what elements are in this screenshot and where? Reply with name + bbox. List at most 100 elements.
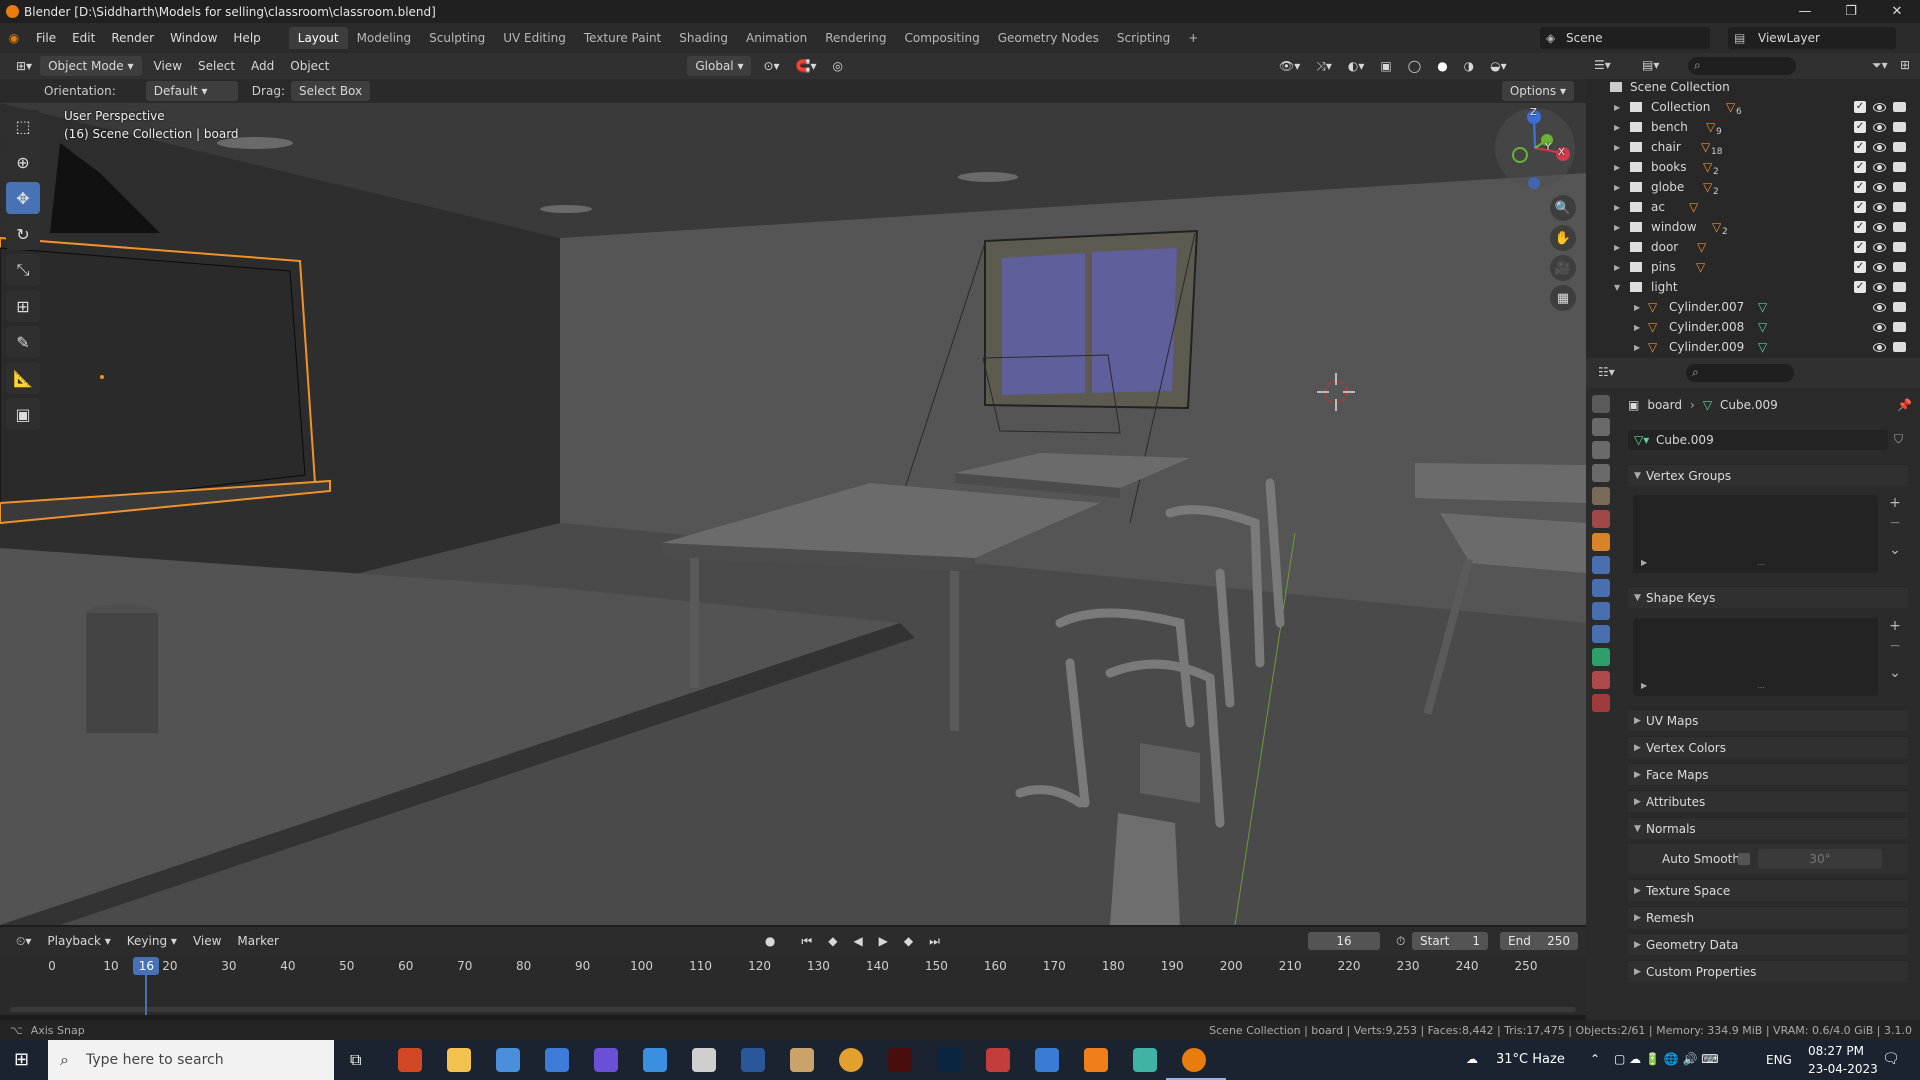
menu-file[interactable]: File [28,31,64,45]
marker-menu[interactable]: Marker [229,931,286,951]
auto-smooth-angle-field[interactable]: 30° [1758,849,1882,869]
xray-toggle-icon[interactable]: ▣ [1372,56,1399,76]
outliner-item-window[interactable]: ▶ window ▽ 2 ✓ [1586,217,1920,237]
material-tab-icon[interactable] [1592,671,1610,689]
v-app-icon[interactable] [1133,1048,1157,1072]
expand-icon[interactable]: ▶ [1614,163,1620,172]
add-shape-key-button[interactable]: + [1886,618,1904,636]
panel-normals[interactable]: ▼ Normals [1628,817,1908,839]
render-camera-icon[interactable] [1893,162,1906,172]
mesh-datablock-field[interactable]: ▽▾ Cube.009 [1628,430,1888,450]
add-vertex-group-button[interactable]: + [1886,495,1904,513]
outliner-item-collection[interactable]: ▶ Collection ▽ 6 ✓ [1586,97,1920,117]
remove-vertex-group-button[interactable]: − [1886,515,1904,533]
tab-texture-paint[interactable]: Texture Paint [575,27,670,49]
render-camera-icon[interactable] [1893,202,1906,212]
outliner-item-bench[interactable]: ▶ bench ▽ 9 ✓ [1586,117,1920,137]
maximize-button[interactable]: ❐ [1828,0,1874,23]
editor-type-icon[interactable]: ⊞▾ [8,56,40,76]
output-tab-icon[interactable] [1592,441,1610,459]
view-layer-selector[interactable]: ▤ ViewLayer [1728,27,1896,49]
outliner-filter-mode-icon[interactable]: ▤▾ [1642,58,1659,72]
eye-icon[interactable] [1873,222,1886,232]
physics-tab-icon[interactable] [1592,602,1610,620]
menu-add[interactable]: Add [243,56,282,76]
collapse-icon[interactable]: ▼ [1614,283,1620,292]
exclude-checkbox[interactable]: ✓ [1854,261,1866,273]
eye-icon[interactable] [1873,342,1886,352]
overlay-toggle-icon[interactable]: ◐▾ [1340,56,1373,76]
panel-custom-properties[interactable]: ▶ Custom Properties [1628,960,1908,982]
eye-icon[interactable] [1873,182,1886,192]
file-explorer-app-icon[interactable] [447,1048,471,1072]
expand-icon[interactable]: ▶ [1614,123,1620,132]
render-camera-icon[interactable] [1893,222,1906,232]
expand-icon[interactable]: ▶ [1634,323,1640,332]
mode-dropdown[interactable]: Object Mode ▾ [40,56,142,76]
eye-icon[interactable] [1873,142,1886,152]
outliner-item-pins[interactable]: ▶ pins ▽ ✓ [1586,257,1920,277]
expand-icon[interactable]: ▶ [1614,183,1620,192]
rotate-tool-icon[interactable]: ↻ [6,218,40,250]
end-frame-field[interactable]: End 250 [1500,932,1578,950]
add-cube-tool-icon[interactable]: ▣ [6,398,40,430]
taskbar-search-input[interactable]: ⌕ Type here to search [48,1040,334,1080]
measure-tool-icon[interactable]: 📐 [6,362,40,394]
task-view-icon[interactable]: ⧉ [350,1050,361,1070]
device-app-icon[interactable] [692,1048,716,1072]
record-icon[interactable]: ● [757,931,783,951]
panel-geometry-data[interactable]: ▶ Geometry Data [1628,933,1908,955]
eye-icon[interactable] [1873,202,1886,212]
particles-tab-icon[interactable] [1592,579,1610,597]
eye-icon[interactable] [1873,262,1886,272]
expand-icon[interactable]: ▶ [1634,343,1640,352]
prev-keyframe-icon[interactable]: ◆ [820,931,845,951]
exclude-checkbox[interactable]: ✓ [1854,161,1866,173]
rendered-shading-icon[interactable]: ◒▾ [1482,56,1515,76]
menu-help[interactable]: Help [225,31,268,45]
chrome-app-icon[interactable] [839,1048,863,1072]
tray-expand-icon[interactable]: ⌃ [1590,1052,1600,1066]
transform-orientation-dropdown[interactable]: Global ▾ [687,56,752,76]
menu-render[interactable]: Render [103,31,162,45]
expand-icon[interactable]: ▶ [1614,263,1620,272]
expand-icon[interactable]: ▶ [1614,143,1620,152]
start-frame-field[interactable]: Start 1 [1412,932,1488,950]
outliner-root[interactable]: Scene Collection [1586,77,1920,97]
utility-app-icon[interactable] [790,1048,814,1072]
eye-icon[interactable] [1873,242,1886,252]
render-camera-icon[interactable] [1893,302,1906,312]
menu-window[interactable]: Window [162,31,225,45]
render-camera-icon[interactable] [1893,322,1906,332]
render-camera-icon[interactable] [1893,122,1906,132]
eye-icon[interactable] [1873,302,1886,312]
tool-tab-icon[interactable] [1592,395,1610,413]
annotate-tool-icon[interactable]: ✎ [6,326,40,358]
blender-menu-icon[interactable]: ◉ [0,31,28,45]
panel-texture-space[interactable]: ▶ Texture Space [1628,879,1908,901]
filter-icon[interactable]: ⏷▾ [1872,58,1888,73]
photoshop-app-icon[interactable] [937,1048,961,1072]
weather-text[interactable]: 31°C Haze [1496,1052,1565,1067]
drag-dropdown[interactable]: Select Box [290,81,371,101]
render-camera-icon[interactable] [1893,102,1906,112]
store-app-icon[interactable] [545,1048,569,1072]
outliner-child-cylinder-007[interactable]: ▶ ▽ Cylinder.007 ▽ [1586,297,1920,317]
tab-animation[interactable]: Animation [737,27,816,49]
tab-shading[interactable]: Shading [670,27,737,49]
menu-select[interactable]: Select [190,56,243,76]
modifier-tab-icon[interactable] [1592,556,1610,574]
render-camera-icon[interactable] [1893,262,1906,272]
windows-start-icon[interactable]: ⊞ [14,1049,29,1070]
render-camera-icon[interactable] [1893,242,1906,252]
playhead[interactable]: 16 [133,957,160,975]
exclude-checkbox[interactable]: ✓ [1854,101,1866,113]
browser-app-icon[interactable] [594,1048,618,1072]
scale-tool-icon[interactable]: ⤡ [6,254,40,286]
tab-geometry-nodes[interactable]: Geometry Nodes [989,27,1108,49]
timeline-view-menu[interactable]: View [185,931,229,951]
visibility-icon[interactable]: 👁▾ [1271,56,1308,76]
panel-attributes[interactable]: ▶ Attributes [1628,790,1908,812]
outliner-child-cylinder-009[interactable]: ▶ ▽ Cylinder.009 ▽ [1586,337,1920,357]
outliner-item-books[interactable]: ▶ books ▽ 2 ✓ [1586,157,1920,177]
